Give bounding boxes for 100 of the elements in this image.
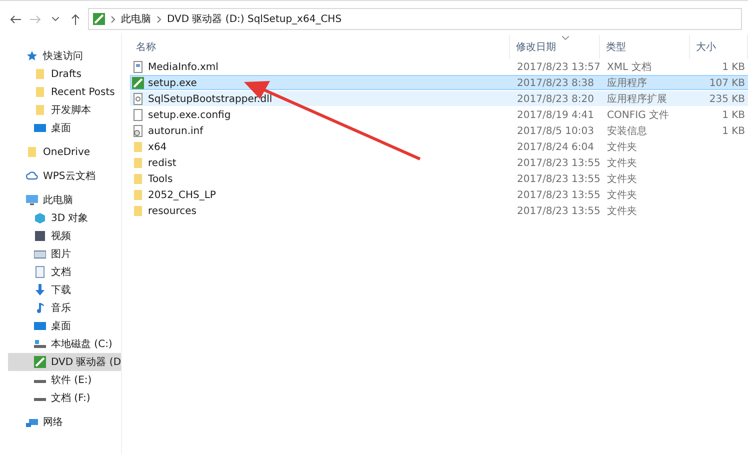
breadcrumb-item[interactable]: DVD 驱动器 (D:) SqlSetup_x64_CHS: [167, 12, 342, 26]
folder-icon: [34, 68, 46, 80]
file-row[interactable]: Tools 2017/8/23 13:55 文件夹: [130, 171, 748, 186]
modified-date: 2017/8/5 10:03: [517, 126, 594, 136]
computer-icon: [26, 194, 38, 206]
sidebar-item[interactable]: Drafts: [8, 65, 122, 83]
file-type: 安装信息: [607, 124, 648, 138]
document-icon: [132, 61, 144, 73]
up-arrow-icon: [70, 14, 80, 24]
sidebar-item[interactable]: OneDrive: [8, 143, 122, 161]
folder-icon: [26, 146, 38, 158]
modified-date: 2017/8/23 13:55: [517, 206, 600, 216]
breadcrumb-item[interactable]: 此电脑: [121, 12, 151, 26]
sidebar-item[interactable]: 3D 对象: [8, 209, 122, 227]
file-size: 235 KB: [709, 94, 746, 104]
chevron-right-icon: [111, 16, 115, 22]
modified-date: 2017/8/23 8:20: [517, 94, 594, 104]
file-name: MediaInfo.xml: [148, 62, 218, 72]
sidebar-item[interactable]: 下载: [8, 281, 122, 299]
file-row[interactable]: setup.exe.config 2017/8/19 4:41 CONFIG 文件 1 KB: [130, 107, 748, 122]
file-name: setup.exe: [148, 78, 197, 88]
sidebar-item[interactable]: 此电脑: [8, 191, 122, 209]
file-name: x64: [148, 142, 167, 152]
modified-date: 2017/8/23 13:57: [517, 62, 600, 72]
folder-icon: [132, 141, 144, 153]
folder-icon: [34, 104, 46, 116]
sidebar-item[interactable]: 本地磁盘 (C:): [8, 335, 122, 353]
sidebar-item[interactable]: 视频: [8, 227, 122, 245]
column-header[interactable]: 大小: [690, 35, 748, 59]
sidebar-item[interactable]: 开发脚本: [8, 101, 122, 119]
column-header[interactable]: 类型: [600, 35, 690, 59]
sidebar-item[interactable]: 音乐: [8, 299, 122, 317]
disc-drive-icon: [93, 13, 105, 25]
folder-icon: [132, 173, 144, 185]
file-name: Tools: [148, 174, 173, 184]
column-header[interactable]: 修改日期: [510, 35, 600, 59]
address-bar[interactable]: 此电脑 DVD 驱动器 (D:) SqlSetup_x64_CHS: [88, 8, 742, 30]
file-type: CONFIG 文件: [607, 108, 669, 122]
file-row[interactable]: resources 2017/8/23 13:55 文件夹: [130, 203, 748, 218]
modified-date: 2017/8/23 8:38: [517, 78, 594, 88]
file-size: 107 KB: [709, 78, 746, 88]
chevron-right-icon: [157, 16, 161, 22]
file-row[interactable]: x64 2017/8/24 6:04 文件夹: [130, 139, 748, 154]
modified-date: 2017/8/19 4:41: [517, 110, 594, 120]
file-type: 应用程序扩展: [607, 92, 668, 106]
sidebar-item[interactable]: 快速访问: [8, 47, 122, 65]
modified-date: 2017/8/24 6:04: [517, 142, 594, 152]
back-arrow-icon: [10, 14, 20, 24]
modified-date: 2017/8/23 13:55: [517, 174, 600, 184]
folder-icon: [34, 86, 46, 98]
sidebar-item[interactable]: 桌面: [8, 119, 122, 137]
disc-drive-icon: [34, 356, 46, 368]
application-icon: [132, 77, 144, 89]
file-size: 1 KB: [722, 62, 746, 72]
file-type: 文件夹: [607, 156, 638, 170]
file-size: 1 KB: [722, 126, 746, 136]
forward-arrow-icon: [30, 14, 40, 24]
network-icon: [26, 416, 38, 428]
sidebar-item[interactable]: 文档 (F:): [8, 389, 122, 407]
file-type: XML 文档: [607, 60, 652, 74]
file-name: redist: [148, 158, 176, 168]
folder-icon: [132, 189, 144, 201]
file-row[interactable]: autorun.inf 2017/8/5 10:03 安装信息 1 KB: [130, 123, 748, 138]
sidebar-item[interactable]: 桌面: [8, 317, 122, 335]
column-header[interactable]: 名称: [130, 35, 510, 59]
video-icon: [34, 230, 46, 242]
file-row[interactable]: setup.exe 2017/8/23 8:38 应用程序 107 KB: [130, 75, 748, 90]
file-type: 文件夹: [607, 172, 638, 186]
sidebar-item[interactable]: 文档: [8, 263, 122, 281]
blank-file-icon: [132, 109, 144, 121]
file-type: 文件夹: [607, 140, 638, 154]
desktop-icon: [34, 320, 46, 332]
disk-drive-icon: [34, 338, 46, 350]
file-name: 2052_CHS_LP: [148, 190, 216, 200]
file-row[interactable]: redist 2017/8/23 13:55 文件夹: [130, 155, 748, 170]
sidebar-item[interactable]: 软件 (E:): [8, 371, 122, 389]
sidebar-item[interactable]: 网络: [8, 413, 122, 431]
sidebar-item[interactable]: DVD 驱动器 (D: [8, 353, 122, 371]
file-row[interactable]: 2052_CHS_LP 2017/8/23 13:55 文件夹: [130, 187, 748, 202]
sidebar-item[interactable]: Recent Posts: [8, 83, 122, 101]
file-name: autorun.inf: [148, 126, 204, 136]
sidebar-item[interactable]: WPS云文档: [8, 167, 122, 185]
file-row[interactable]: SqlSetupBootstrapper.dll 2017/8/23 8:20 应用程序扩展 235 KB: [130, 91, 748, 106]
star-icon: [26, 50, 38, 62]
file-type: 文件夹: [607, 204, 638, 218]
file-name: setup.exe.config: [148, 110, 231, 120]
file-name: SqlSetupBootstrapper.dll: [148, 94, 272, 104]
chevron-down-icon: [52, 17, 58, 21]
modified-date: 2017/8/23 13:55: [517, 190, 600, 200]
file-name: resources: [148, 206, 196, 216]
file-size: 1 KB: [722, 110, 746, 120]
desktop-icon: [34, 122, 46, 134]
sidebar-item[interactable]: 图片: [8, 245, 122, 263]
document-icon: [34, 266, 46, 278]
picture-icon: [34, 248, 46, 260]
file-row[interactable]: MediaInfo.xml 2017/8/23 13:57 XML 文档 1 KB: [130, 59, 748, 74]
sort-caret-icon: [562, 36, 570, 40]
file-type: 文件夹: [607, 188, 638, 202]
cloud-icon: [26, 170, 38, 182]
folder-icon: [132, 205, 144, 217]
